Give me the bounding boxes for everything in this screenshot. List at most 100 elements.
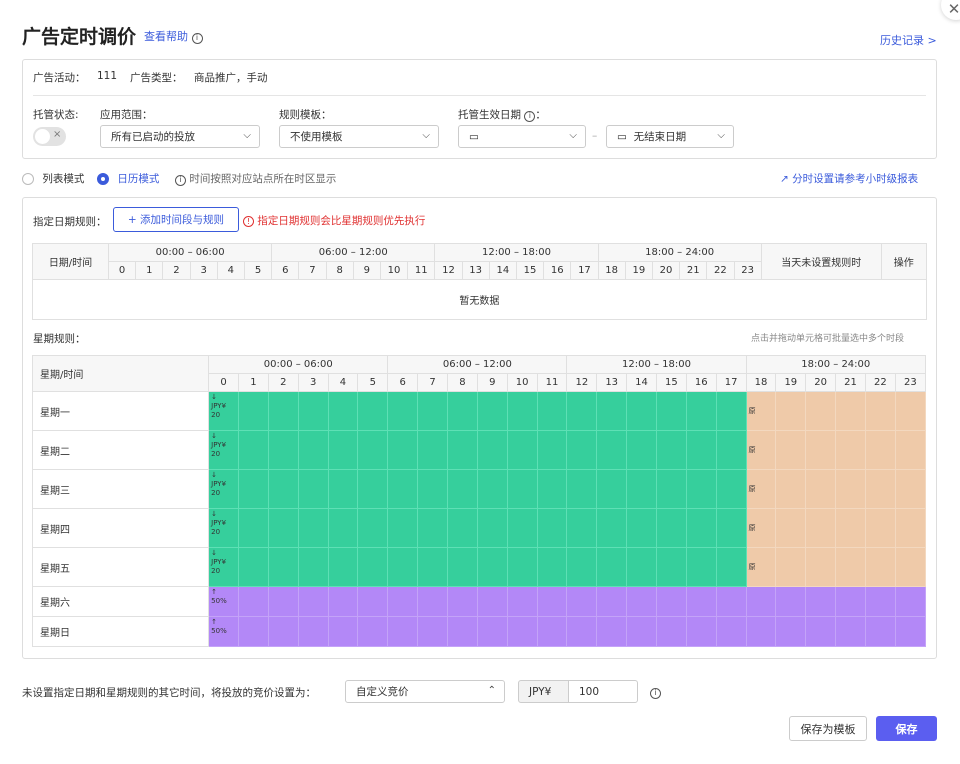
time-cell[interactable] [894,469,927,509]
time-cell[interactable] [864,430,896,470]
time-cell[interactable] [238,391,269,431]
time-cell[interactable] [566,508,598,548]
time-cell[interactable] [566,616,598,647]
time-cell[interactable] [655,469,687,509]
time-cell[interactable]: ↑ 50% [208,586,240,617]
time-cell[interactable] [655,586,687,617]
time-cell[interactable] [536,586,568,617]
time-cell[interactable] [685,469,717,509]
time-cell[interactable] [476,469,508,509]
time-cell[interactable] [715,508,747,548]
time-cell[interactable] [596,469,628,509]
time-cell[interactable] [835,508,866,548]
time-cell[interactable] [267,586,299,617]
time-cell[interactable] [566,430,598,470]
time-cell[interactable] [238,547,269,587]
time-cell[interactable] [626,616,657,647]
time-cell[interactable] [715,547,747,587]
time-cell[interactable] [417,616,448,647]
radio-calendar[interactable] [97,173,109,185]
time-cell[interactable] [417,586,448,617]
time-cell[interactable] [596,616,628,647]
start-date-picker[interactable]: ▭ ⌵ [458,125,586,148]
time-cell[interactable] [327,469,359,509]
time-cell[interactable] [596,547,628,587]
time-cell[interactable] [536,547,568,587]
list-mode-option[interactable]: 列表模式 [22,171,84,186]
time-cell[interactable] [267,469,299,509]
time-cell[interactable] [894,391,927,431]
time-cell[interactable] [566,547,598,587]
time-cell[interactable] [327,586,359,617]
time-cell[interactable]: ↓ JPY¥ 20 [208,547,240,587]
time-cell[interactable] [715,469,747,509]
time-cell[interactable] [297,547,329,587]
scope-select[interactable]: 所有已启动的投放 ⌵ [100,125,260,148]
time-cell[interactable] [894,586,927,617]
time-cell[interactable]: 原 [745,430,777,470]
time-cell[interactable] [476,547,508,587]
calendar-mode-option[interactable]: 日历模式 [97,171,159,186]
time-cell[interactable] [536,508,568,548]
time-cell[interactable] [655,430,687,470]
time-cell[interactable] [267,547,299,587]
time-cell[interactable] [297,391,329,431]
template-select[interactable]: 不使用模板 ⌵ [279,125,439,148]
time-cell[interactable] [267,391,299,431]
time-cell[interactable] [864,616,896,647]
time-cell[interactable] [685,391,717,431]
time-cell[interactable] [387,586,419,617]
time-cell[interactable] [238,586,269,617]
hourly-report-link[interactable]: ↗ 分时设置请参考小时级报表 [780,171,918,186]
time-cell[interactable] [446,508,478,548]
time-cell[interactable] [835,547,866,587]
add-time-rule-button[interactable]: + 添加时间段与规则 [113,207,239,232]
time-cell[interactable] [566,586,598,617]
time-cell[interactable] [446,430,478,470]
time-cell[interactable] [536,430,568,470]
time-cell[interactable] [655,616,687,647]
radio-list[interactable] [22,173,34,185]
time-cell[interactable]: ↓ JPY¥ 20 [208,430,240,470]
time-cell[interactable] [864,508,896,548]
time-cell[interactable]: 原 [745,391,777,431]
time-cell[interactable]: ↓ JPY¥ 20 [208,391,240,431]
time-cell[interactable] [715,430,747,470]
time-cell[interactable] [835,391,866,431]
time-cell[interactable] [357,469,389,509]
time-cell[interactable] [476,616,508,647]
time-cell[interactable] [626,391,657,431]
time-cell[interactable] [357,391,389,431]
time-cell[interactable] [685,508,717,548]
time-cell[interactable] [297,469,329,509]
time-cell[interactable]: 原 [745,547,777,587]
save-button[interactable]: 保存 [876,716,937,741]
time-cell[interactable] [506,586,538,617]
time-cell[interactable] [387,430,419,470]
time-cell[interactable] [805,469,837,509]
time-cell[interactable] [775,547,807,587]
time-cell[interactable] [894,616,927,647]
time-cell[interactable] [327,391,359,431]
time-cell[interactable] [864,547,896,587]
time-cell[interactable] [894,430,927,470]
time-cell[interactable] [715,616,747,647]
time-cell[interactable] [775,430,807,470]
time-cell[interactable] [387,391,419,431]
time-cell[interactable]: ↑ 50% [208,616,240,647]
time-cell[interactable] [894,547,927,587]
time-cell[interactable] [506,469,538,509]
time-cell[interactable] [775,586,807,617]
time-cell[interactable] [327,508,359,548]
time-cell[interactable] [805,391,837,431]
time-cell[interactable] [775,508,807,548]
time-cell[interactable] [685,616,717,647]
time-cell[interactable] [536,391,568,431]
time-cell[interactable] [506,508,538,548]
time-cell[interactable] [357,430,389,470]
time-cell[interactable] [835,586,866,617]
time-cell[interactable] [566,469,598,509]
time-cell[interactable] [626,547,657,587]
bid-amount-input[interactable]: 100 [568,680,638,703]
time-cell[interactable] [267,508,299,548]
